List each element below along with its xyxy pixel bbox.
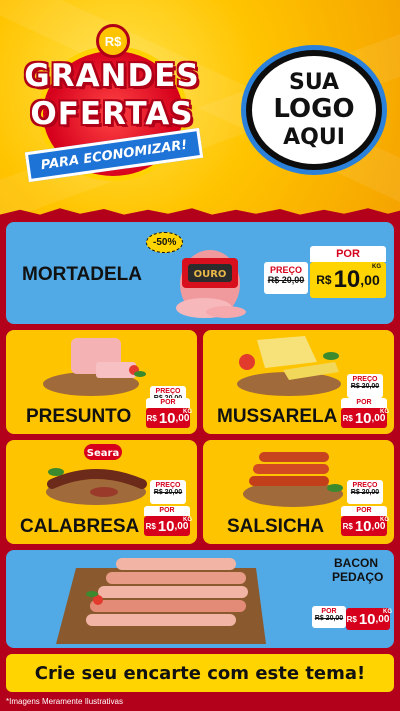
por-label: POR <box>144 506 190 516</box>
product-card-salsicha[interactable]: PREÇO R$ 20,00 POR R$ 10 ,00 KG SALSICHA <box>203 440 394 544</box>
old-price: PREÇO R$ 20,00 <box>150 480 186 504</box>
unit-label: KG <box>183 517 192 523</box>
product-name: CALABRESA <box>20 516 140 537</box>
product-name: SALSICHA <box>227 516 325 537</box>
logo-placeholder[interactable]: SUA LOGO AQUI <box>246 50 382 170</box>
unit-label: KG <box>183 409 192 415</box>
unit-label: KG <box>380 517 389 523</box>
unit-label: KG <box>372 264 381 270</box>
product-card-calabresa[interactable]: Seara PREÇO R$ 20,00 POR R$ 10 ,00 KG CA… <box>6 440 197 544</box>
product-name: BACON PEDAÇO <box>332 556 384 584</box>
bacon-image <box>56 558 266 644</box>
title-line1: GRANDES <box>24 58 200 94</box>
logo-line2: LOGO <box>273 94 355 125</box>
product-card-mussarela[interactable]: PREÇO R$ 20,00 POR R$ 10 ,00 KG MUSSAREL… <box>203 330 394 434</box>
product-name: MORTADELA <box>22 264 142 285</box>
brand-label: OURO <box>194 269 227 280</box>
por-label: POR <box>341 506 387 516</box>
por-label: POR <box>341 398 387 408</box>
offer-badge: R$ GRANDES OFERTAS PARA ECONOMIZAR! <box>12 18 212 188</box>
product-card-mortadela[interactable]: MORTADELA -50% OURO PREÇO R$ 20,00 POR R… <box>6 222 394 324</box>
product-card-bacon[interactable]: BACON PEDAÇO POR R$ 20,00 R$ 10 ,00 KG <box>6 550 394 648</box>
title-line2: OFERTAS <box>30 96 194 132</box>
unit-label: KG <box>380 409 389 415</box>
old-price: PREÇO R$ 20,00 <box>264 262 308 294</box>
header-banner: R$ GRANDES OFERTAS PARA ECONOMIZAR! SUA … <box>0 0 400 215</box>
mussarela-image <box>237 336 341 396</box>
presunto-image <box>43 338 146 396</box>
logo-line3: AQUI <box>283 124 345 150</box>
old-price: PREÇO R$ 20,00 <box>347 374 383 398</box>
unit-label: KG <box>383 609 392 615</box>
por-label: POR <box>146 398 190 408</box>
product-name: MUSSARELA <box>217 406 338 427</box>
product-card-presunto[interactable]: PREÇO R$ 20,00 POR R$ 10 ,00 KG PRESUNTO <box>6 330 197 434</box>
salsicha-image <box>243 452 343 507</box>
mortadela-image: OURO <box>176 250 246 318</box>
por-label: POR <box>310 246 386 262</box>
old-price: POR R$ 20,00 <box>312 606 346 628</box>
product-name: PRESUNTO <box>26 406 132 427</box>
currency-coin-icon: R$ <box>96 24 130 58</box>
calabresa-image: Seara <box>46 444 147 505</box>
cta-banner[interactable]: Crie seu encarte com este tema! <box>6 654 394 692</box>
brand-label: Seara <box>87 448 119 459</box>
logo-line1: SUA <box>288 69 340 95</box>
disclaimer-note: *Imagens Meramente Ilustrativas <box>6 697 123 706</box>
old-price: PREÇO R$ 20,00 <box>347 480 383 504</box>
